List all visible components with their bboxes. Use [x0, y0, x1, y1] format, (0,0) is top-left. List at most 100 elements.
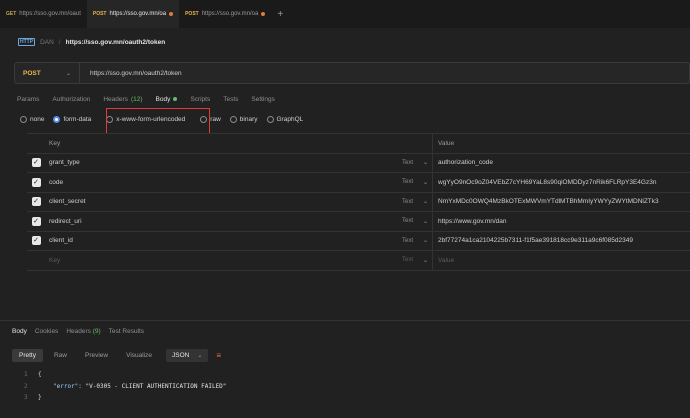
code-line: 1 { — [24, 369, 226, 381]
breadcrumb: HTTP DAN / https://sso.gov.mn/oauth2/tok… — [18, 35, 165, 49]
format-preview-button[interactable]: Preview — [78, 349, 115, 362]
code-line: 3 } — [24, 392, 226, 404]
response-body-viewer: 1 { 2 "error" : "V-0305 - CLIENT AUTHENT… — [24, 369, 226, 404]
checkbox-checked-icon[interactable]: ✓ — [31, 216, 41, 226]
tab-response-headers[interactable]: Headers (9) — [66, 328, 100, 335]
method-select[interactable]: POST ⌄ — [15, 63, 80, 83]
param-type-select[interactable]: Text ⌄ — [398, 212, 433, 231]
chevron-down-icon: ⌄ — [422, 199, 428, 206]
radio-icon — [229, 115, 237, 123]
radio-icon — [20, 115, 27, 123]
tab-test-results[interactable]: Test Results — [109, 328, 144, 335]
table-row-empty: Key Text ⌄ Value — [27, 251, 690, 271]
line-number: 3 — [24, 394, 28, 401]
table-header-row: Key Value — [27, 134, 690, 154]
chevron-down-icon: ⌄ — [422, 160, 428, 167]
json-brace: } — [38, 394, 42, 401]
breadcrumb-request-name[interactable]: https://sso.gov.mn/oauth2/token — [66, 39, 166, 46]
table-row: ✓ code Text ⌄ wgYyO9nOc9oZ04VEbZ7cYH69YaL… — [27, 173, 690, 193]
column-header-key: Key — [49, 139, 61, 147]
body-type-selector: none form-data x-www-form-urlencoded raw… — [20, 113, 312, 125]
chevron-down-icon: ⌄ — [65, 70, 71, 77]
body-type-raw[interactable]: raw — [200, 115, 221, 123]
body-type-label: x-www-form-urlencoded — [116, 115, 186, 123]
tab-label: https://sso.gov.mn/oaut — [19, 11, 81, 17]
language-select[interactable]: JSON ⌄ — [166, 349, 209, 362]
tab-settings[interactable]: Settings — [251, 93, 275, 105]
body-type-label: raw — [210, 115, 221, 123]
chevron-down-icon: ⌄ — [422, 238, 428, 245]
table-row: ✓ client_id Text ⌄ 2bf77274a1ca2104225b73… — [27, 231, 690, 251]
param-value[interactable]: wgYyO9nOc9oZ04VEbZ7cYH69YaL8s90qiOMDDyz7… — [433, 173, 690, 192]
param-key[interactable]: code — [45, 173, 398, 192]
tab-authorization[interactable]: Authorization — [52, 93, 90, 105]
param-value[interactable]: authorization_code — [433, 154, 690, 173]
tab-method: GET — [6, 11, 17, 17]
param-key[interactable]: client_secret — [45, 193, 398, 212]
line-number: 1 — [24, 371, 28, 378]
new-value-input[interactable]: Value — [433, 251, 690, 270]
tab-method: POST — [185, 11, 199, 17]
request-tabs: Params Authorization Headers (12) Body S… — [17, 93, 275, 105]
param-type-select[interactable]: Text ⌄ — [398, 231, 433, 250]
checkbox-checked-icon[interactable]: ✓ — [31, 197, 41, 207]
http-request-icon: HTTP — [18, 38, 36, 46]
json-key: "error" — [53, 382, 79, 390]
param-key[interactable]: grant_type — [45, 154, 398, 173]
tab-label: https://sso.gov.mn/oa — [109, 11, 167, 17]
new-key-input[interactable]: Key — [45, 251, 398, 270]
body-type-label: binary — [239, 115, 258, 123]
tab-bar: GET https://sso.gov.mn/oaut POST https:/… — [0, 0, 690, 28]
tab-tests[interactable]: Tests — [223, 93, 238, 105]
body-type-graphql[interactable]: GraphQL — [266, 115, 303, 123]
param-type-select[interactable]: Text ⌄ — [398, 153, 433, 172]
param-key[interactable]: client_id — [45, 232, 398, 251]
wrap-lines-icon[interactable]: ≡ — [216, 351, 221, 360]
format-pretty-button[interactable]: Pretty — [12, 349, 43, 362]
checkbox-checked-icon[interactable]: ✓ — [31, 158, 41, 168]
tab-response-body[interactable]: Body — [12, 328, 27, 335]
param-type-select[interactable]: Text ⌄ — [398, 192, 433, 211]
tab-scripts[interactable]: Scripts — [190, 93, 210, 105]
url-input[interactable]: https://sso.gov.mn/oauth2/token — [80, 70, 182, 77]
request-tab-get[interactable]: GET https://sso.gov.mn/oaut — [0, 0, 87, 28]
tab-params[interactable]: Params — [17, 93, 39, 105]
tab-headers[interactable]: Headers (12) — [103, 93, 142, 105]
json-colon: : — [78, 382, 86, 390]
param-key[interactable]: redirect_uri — [45, 212, 398, 231]
checkbox-checked-icon[interactable]: ✓ — [31, 177, 41, 187]
request-tab-post-active[interactable]: POST https://sso.gov.mn/oa — [86, 0, 180, 28]
json-string-value: "V-0305 - CLIENT AUTHENTICATION FAILED" — [85, 382, 227, 390]
breadcrumb-separator: / — [58, 38, 61, 46]
body-type-binary[interactable]: binary — [229, 115, 258, 123]
breadcrumb-collection[interactable]: DAN — [40, 39, 54, 46]
url-bar: POST ⌄ https://sso.gov.mn/oauth2/token — [14, 62, 690, 84]
param-type-select[interactable]: Text ⌄ — [398, 173, 433, 192]
body-indicator-dot-icon — [173, 97, 178, 101]
language-label: JSON — [172, 352, 190, 359]
chevron-down-icon: ⌄ — [422, 218, 428, 225]
body-type-urlencoded[interactable]: x-www-form-urlencoded — [106, 115, 186, 123]
body-type-none[interactable]: none — [20, 115, 44, 123]
format-raw-button[interactable]: Raw — [47, 349, 74, 362]
table-row: ✓ grant_type Text ⌄ authorization_code — [27, 153, 690, 173]
param-type-select[interactable]: Text ⌄ — [398, 251, 433, 270]
param-value[interactable]: https://www.gov.mn/dan — [433, 212, 690, 231]
tab-body[interactable]: Body — [156, 93, 178, 105]
checkbox-checked-icon[interactable]: ✓ — [31, 236, 41, 246]
tab-response-cookies[interactable]: Cookies — [35, 328, 58, 335]
radio-selected-icon — [53, 115, 61, 123]
chevron-down-icon: ⌄ — [197, 353, 203, 359]
param-value[interactable]: NmYxMDc0OWQ4MzBkOTExMWVmYTdlMTBhMmIyYWYy… — [433, 193, 690, 212]
request-tab-post[interactable]: POST https://sso.gov.mn/oa — [179, 0, 271, 28]
format-visualize-button[interactable]: Visualize — [119, 349, 159, 362]
column-header-value: Value — [438, 139, 455, 147]
tab-headers-label: Headers — [103, 95, 128, 103]
response-divider[interactable] — [0, 320, 690, 321]
param-value[interactable]: 2bf77274a1ca2104225b7311-f1f5ae391818cc9… — [433, 232, 690, 251]
response-tabs: Body Cookies Headers (9) Test Results — [12, 328, 144, 335]
tab-method: POST — [92, 11, 107, 17]
tab-label: https://sso.gov.mn/oa — [201, 11, 259, 17]
body-type-form-data[interactable]: form-data — [53, 115, 91, 123]
new-tab-button[interactable]: + — [271, 9, 289, 20]
